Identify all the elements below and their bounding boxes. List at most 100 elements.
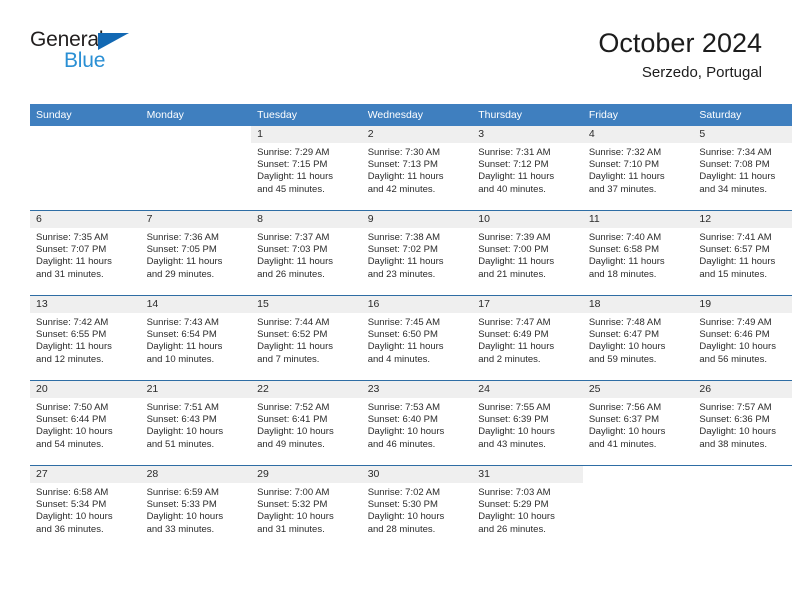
- calendar-page: General Blue October 2024 Serzedo, Portu…: [0, 0, 792, 612]
- daylight-text-line1: Daylight: 10 hours: [478, 426, 555, 438]
- daylight-text-line2: and 49 minutes.: [257, 438, 325, 450]
- calendar-day-cell[interactable]: 11 Sunrise: 7:40 AM Sunset: 6:58 PM Dayligh…: [582, 210, 694, 296]
- day-number: 22: [251, 381, 362, 398]
- sunrise-text: Sunrise: 7:02 AM: [367, 487, 441, 498]
- sunrise-text: Sunrise: 7:40 AM: [588, 232, 662, 243]
- calendar-week-row: 6 Sunrise: 7:35 AM Sunset: 7:07 PM Daylight…: [30, 210, 792, 296]
- calendar-day-cell[interactable]: 23 Sunrise: 7:53 AM Sunset: 6:40 PM Dayligh…: [361, 380, 473, 466]
- daylight-text-line1: Daylight: 10 hours: [36, 426, 113, 438]
- day-number: 15: [251, 296, 362, 313]
- calendar-day-cell[interactable]: 5 Sunrise: 7:34 AM Sunset: 7:08 PM Daylight…: [693, 126, 792, 211]
- daylight-text-line1: Daylight: 10 hours: [146, 426, 224, 438]
- brand-logo[interactable]: General Blue: [30, 28, 210, 86]
- sunrise-text: Sunrise: 7:31 AM: [478, 147, 551, 158]
- sunset-text: Sunset: 5:32 PM: [257, 499, 328, 511]
- calendar-day-cell[interactable]: 17 Sunrise: 7:47 AM Sunset: 6:49 PM Dayligh…: [472, 295, 583, 381]
- calendar-day-cell[interactable]: [693, 465, 792, 550]
- calendar-day-cell[interactable]: 8 Sunrise: 7:37 AM Sunset: 7:03 PM Daylight…: [251, 210, 362, 296]
- sunrise-text: Sunrise: 7:29 AM: [257, 147, 330, 158]
- sunrise-text: Sunrise: 7:43 AM: [146, 317, 219, 328]
- calendar-day-cell[interactable]: 22 Sunrise: 7:52 AM Sunset: 6:41 PM Dayligh…: [251, 380, 362, 466]
- calendar-day-cell[interactable]: 30 Sunrise: 7:02 AM Sunset: 5:30 PM Dayligh…: [361, 465, 473, 550]
- day-number: 24: [472, 381, 583, 398]
- calendar-day-cell[interactable]: [582, 465, 694, 550]
- calendar-day-cell[interactable]: 29 Sunrise: 7:00 AM Sunset: 5:32 PM Dayligh…: [251, 465, 362, 550]
- day-number: 2: [361, 126, 473, 143]
- daylight-text-line2: and 21 minutes.: [478, 268, 546, 280]
- calendar-day-cell[interactable]: 13 Sunrise: 7:42 AM Sunset: 6:55 PM Dayligh…: [30, 295, 141, 381]
- calendar-day-cell[interactable]: 15 Sunrise: 7:44 AM Sunset: 6:52 PM Dayligh…: [251, 295, 362, 381]
- sunrise-text: Sunrise: 6:59 AM: [146, 487, 219, 498]
- sunset-text: Sunset: 6:44 PM: [36, 414, 107, 426]
- daylight-text-line1: Daylight: 10 hours: [699, 426, 776, 438]
- sunset-text: Sunset: 7:12 PM: [478, 159, 549, 171]
- day-number: 3: [472, 126, 583, 143]
- calendar-day-cell[interactable]: 28 Sunrise: 6:59 AM Sunset: 5:33 PM Dayligh…: [140, 465, 252, 550]
- sunrise-text: Sunrise: 7:41 AM: [699, 232, 772, 243]
- sunset-text: Sunset: 6:50 PM: [367, 329, 438, 341]
- sunset-text: Sunset: 7:15 PM: [257, 159, 328, 171]
- sunset-text: Sunset: 6:47 PM: [588, 329, 660, 341]
- calendar-week-row: 13 Sunrise: 7:42 AM Sunset: 6:55 PM Dayligh…: [30, 295, 792, 381]
- sunset-text: Sunset: 6:41 PM: [257, 414, 328, 426]
- daylight-text-line2: and 7 minutes.: [257, 353, 320, 365]
- daylight-text-line2: and 31 minutes.: [36, 268, 104, 280]
- calendar-week-row: 27 Sunrise: 6:58 AM Sunset: 5:34 PM Dayligh…: [30, 465, 792, 550]
- sunset-text: Sunset: 7:05 PM: [146, 244, 217, 256]
- sunrise-text: Sunrise: 7:39 AM: [478, 232, 551, 243]
- title-block: October 2024 Serzedo, Portugal: [598, 26, 762, 84]
- calendar-day-cell[interactable]: 26 Sunrise: 7:57 AM Sunset: 6:36 PM Dayligh…: [693, 380, 792, 466]
- calendar-day-cell[interactable]: 25 Sunrise: 7:56 AM Sunset: 6:37 PM Dayligh…: [582, 380, 694, 466]
- calendar-day-cell[interactable]: 6 Sunrise: 7:35 AM Sunset: 7:07 PM Daylight…: [30, 210, 141, 296]
- weekday-header-sunday: Sunday: [30, 104, 141, 126]
- calendar-day-cell[interactable]: 10 Sunrise: 7:39 AM Sunset: 7:00 PM Dayligh…: [472, 210, 583, 296]
- daylight-text-line1: Daylight: 11 hours: [146, 256, 223, 268]
- daylight-text-line2: and 2 minutes.: [478, 353, 541, 365]
- calendar-day-cell[interactable]: 3 Sunrise: 7:31 AM Sunset: 7:12 PM Daylight…: [472, 126, 583, 211]
- day-number: [141, 126, 252, 143]
- calendar-day-cell[interactable]: 21 Sunrise: 7:51 AM Sunset: 6:43 PM Dayligh…: [140, 380, 252, 466]
- calendar-day-cell[interactable]: 4 Sunrise: 7:32 AM Sunset: 7:10 PM Daylight…: [582, 126, 694, 211]
- calendar-day-cell[interactable]: 1 Sunrise: 7:29 AM Sunset: 7:15 PM Daylight…: [251, 126, 362, 211]
- daylight-text-line1: Daylight: 10 hours: [146, 511, 224, 523]
- daylight-text-line1: Daylight: 11 hours: [699, 256, 776, 268]
- sunrise-text: Sunrise: 7:00 AM: [257, 487, 330, 498]
- sunset-text: Sunset: 5:34 PM: [36, 499, 107, 511]
- calendar-day-cell[interactable]: 16 Sunrise: 7:45 AM Sunset: 6:50 PM Dayligh…: [361, 295, 473, 381]
- calendar-day-cell[interactable]: [141, 126, 252, 211]
- daylight-text-line2: and 45 minutes.: [257, 183, 325, 195]
- daylight-text-line2: and 23 minutes.: [367, 268, 436, 280]
- calendar-day-cell[interactable]: [30, 126, 141, 211]
- day-number: 16: [361, 296, 473, 313]
- daylight-text-line2: and 56 minutes.: [699, 353, 767, 365]
- daylight-text-line2: and 26 minutes.: [478, 523, 546, 535]
- sunset-text: Sunset: 6:37 PM: [588, 414, 660, 426]
- day-number: 18: [582, 296, 694, 313]
- calendar-day-cell[interactable]: 12 Sunrise: 7:41 AM Sunset: 6:57 PM Dayligh…: [693, 210, 792, 296]
- sunrise-text: Sunrise: 7:55 AM: [478, 402, 551, 413]
- weekday-header-monday: Monday: [140, 104, 252, 126]
- sunrise-text: Sunrise: 7:36 AM: [146, 232, 219, 243]
- day-number: [693, 466, 792, 483]
- sunrise-text: Sunrise: 7:56 AM: [588, 402, 662, 413]
- calendar-day-cell[interactable]: 9 Sunrise: 7:38 AM Sunset: 7:02 PM Daylight…: [361, 210, 473, 296]
- calendar-day-cell[interactable]: 7 Sunrise: 7:36 AM Sunset: 7:05 PM Daylight…: [140, 210, 252, 296]
- calendar-day-cell[interactable]: 31 Sunrise: 7:03 AM Sunset: 5:29 PM Dayligh…: [472, 465, 583, 550]
- daylight-text-line1: Daylight: 11 hours: [478, 341, 555, 353]
- calendar-week-row: 1 Sunrise: 7:29 AM Sunset: 7:15 PM Daylight…: [30, 126, 792, 211]
- sunrise-text: Sunrise: 7:48 AM: [588, 317, 662, 328]
- calendar-day-cell[interactable]: 2 Sunrise: 7:30 AM Sunset: 7:13 PM Daylight…: [361, 126, 473, 211]
- calendar-day-cell[interactable]: 27 Sunrise: 6:58 AM Sunset: 5:34 PM Dayligh…: [30, 465, 141, 550]
- calendar-day-cell[interactable]: 18 Sunrise: 7:48 AM Sunset: 6:47 PM Dayligh…: [582, 295, 694, 381]
- day-number: 14: [140, 296, 252, 313]
- calendar-day-cell[interactable]: 20 Sunrise: 7:50 AM Sunset: 6:44 PM Dayligh…: [30, 380, 141, 466]
- calendar-day-cell[interactable]: 14 Sunrise: 7:43 AM Sunset: 6:54 PM Dayligh…: [140, 295, 252, 381]
- day-number: 4: [582, 126, 694, 143]
- calendar-day-cell[interactable]: 24 Sunrise: 7:55 AM Sunset: 6:39 PM Dayligh…: [472, 380, 583, 466]
- daylight-text-line2: and 29 minutes.: [146, 268, 215, 280]
- daylight-text-line1: Daylight: 10 hours: [36, 511, 113, 523]
- day-number: 20: [30, 381, 141, 398]
- calendar-day-cell[interactable]: 19 Sunrise: 7:49 AM Sunset: 6:46 PM Dayligh…: [693, 295, 792, 381]
- daylight-text-line1: Daylight: 11 hours: [146, 341, 223, 353]
- daylight-text-line2: and 15 minutes.: [699, 268, 767, 280]
